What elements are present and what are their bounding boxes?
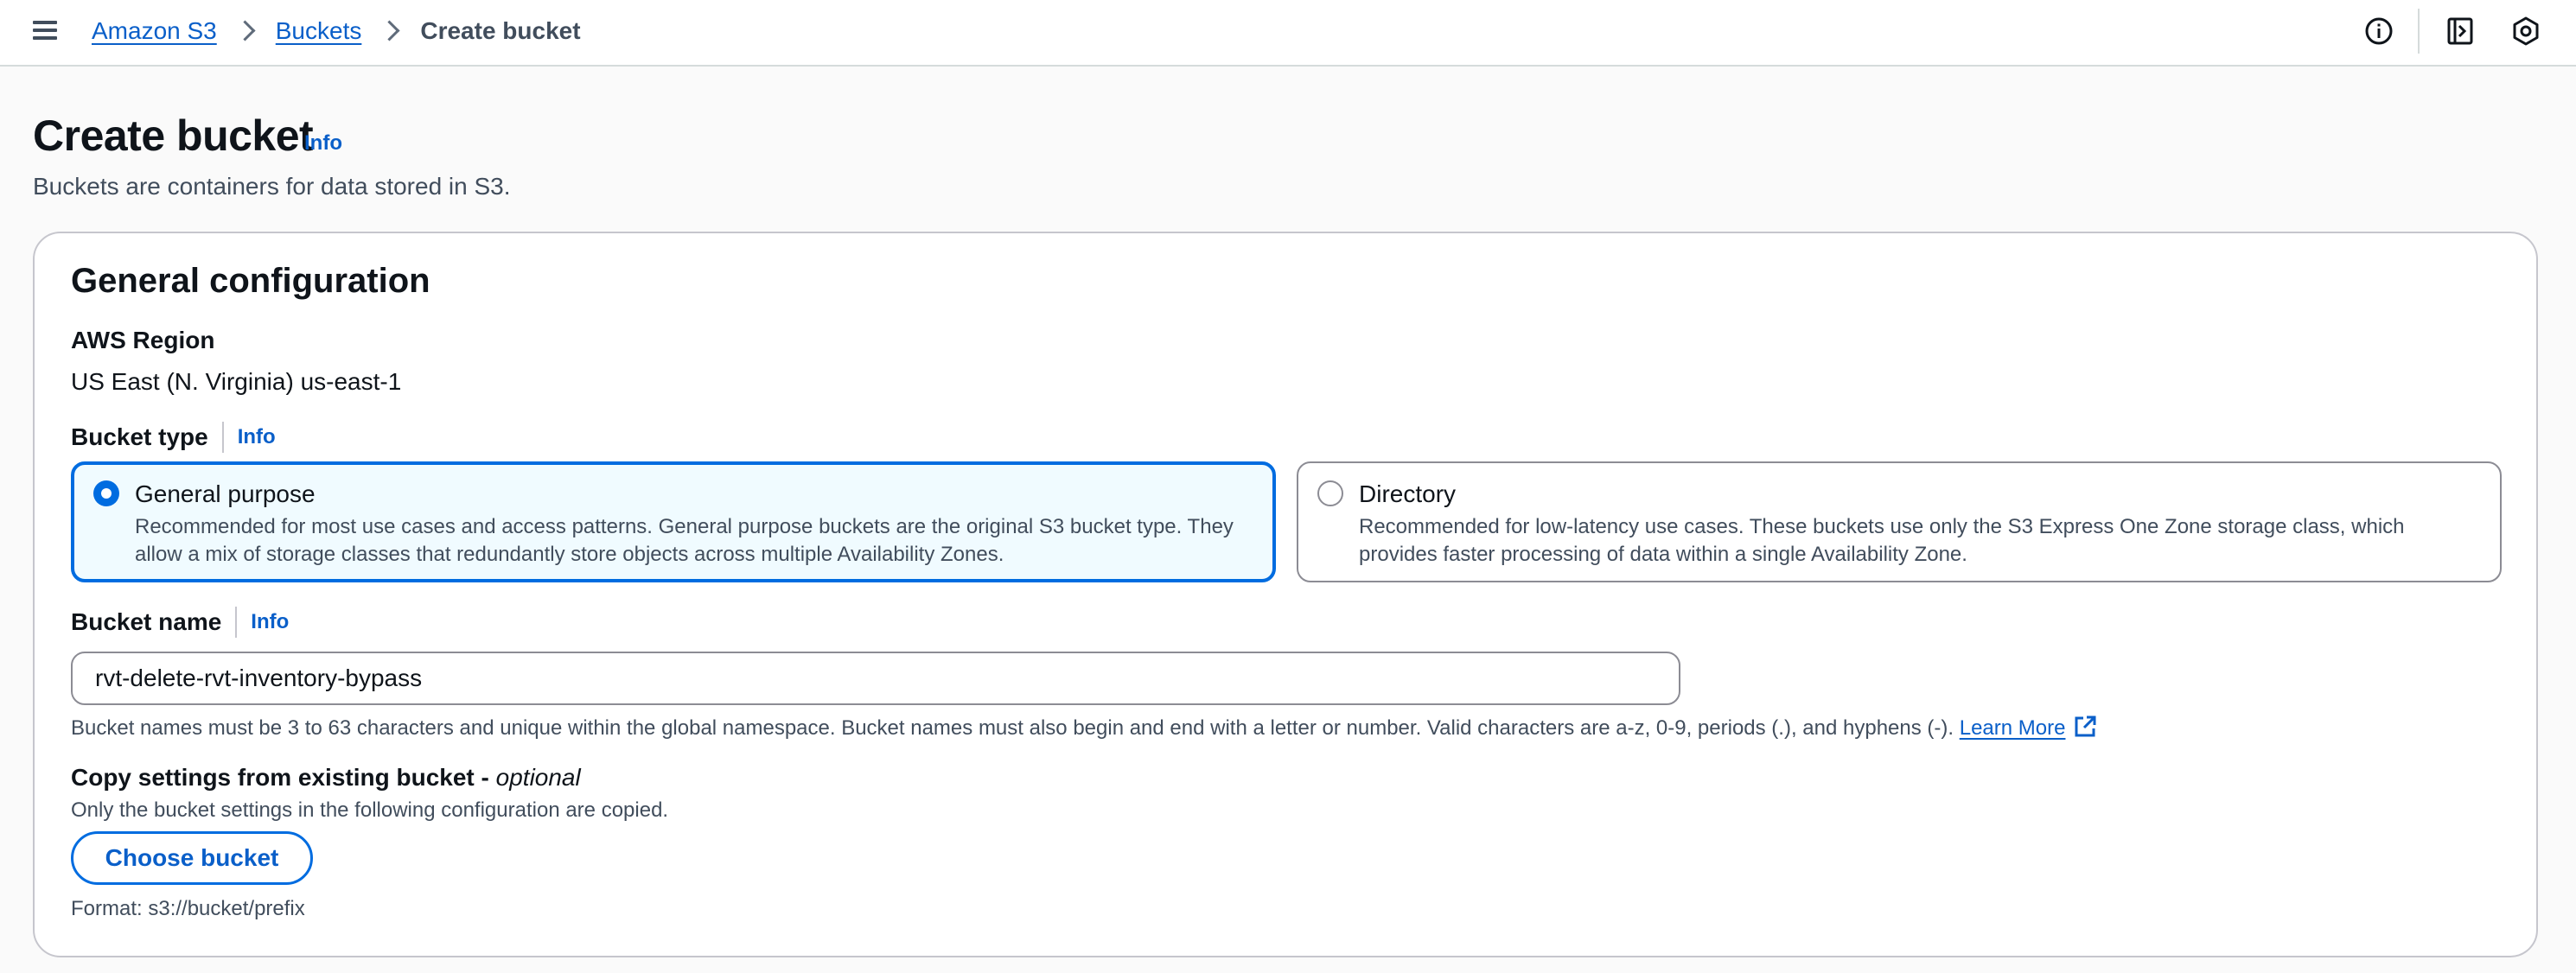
- toolbar-divider: [2418, 9, 2420, 54]
- breadcrumb-current: Create bucket: [420, 17, 581, 44]
- general-purpose-desc-line-2: allow a mix of storage classes that redu…: [135, 543, 1004, 566]
- bucket-name-hint-text: Bucket names must be 3 to 63 characters …: [71, 716, 1954, 740]
- bucket-name-label: Bucket name: [71, 608, 222, 635]
- chevron-right-icon: [372, 14, 410, 48]
- settings-hexagon-icon[interactable]: [2509, 14, 2543, 48]
- choose-bucket-button[interactable]: Choose bucket: [71, 831, 313, 885]
- general-purpose-radio[interactable]: [93, 480, 119, 506]
- bucket-name-info-link[interactable]: Info: [251, 610, 289, 634]
- aws-region-label: AWS Region: [71, 327, 215, 353]
- bucket-name-input[interactable]: [71, 652, 1680, 705]
- copy-settings-description: Only the bucket settings in the followin…: [71, 798, 669, 822]
- bucket-type-info-link[interactable]: Info: [238, 425, 276, 449]
- bucket-name-constraint-hint: Bucket names must be 3 to 63 characters …: [71, 714, 2098, 746]
- directory-radio[interactable]: [1317, 480, 1343, 506]
- general-configuration-panel: General configuration AWS Region US East…: [33, 232, 2538, 957]
- bucket-name-label-row: Bucket name Info: [71, 605, 289, 639]
- general-purpose-description: Recommended for most use cases and acces…: [135, 513, 1234, 569]
- directory-title: Directory: [1359, 480, 1457, 507]
- page-title-info-link[interactable]: Info: [304, 131, 342, 156]
- external-link-icon: [2072, 714, 2098, 746]
- hamburger-menu-icon[interactable]: [29, 17, 61, 43]
- side-panel-icon[interactable]: [2443, 14, 2477, 48]
- directory-desc-line-2: provides faster processing of data withi…: [1359, 543, 1967, 566]
- bucket-type-general-purpose-tile[interactable]: General purpose Recommended for most use…: [71, 461, 1276, 582]
- bucket-type-label: Bucket type: [71, 423, 208, 450]
- bucket-type-directory-tile[interactable]: Directory Recommended for low-latency us…: [1297, 461, 2502, 582]
- label-divider: [235, 607, 238, 638]
- breadcrumb-buckets[interactable]: Buckets: [276, 17, 362, 45]
- breadcrumb-amazon-s3[interactable]: Amazon S3: [92, 17, 217, 45]
- breadcrumb: Amazon S3 Buckets Create bucket: [92, 14, 581, 48]
- copy-settings-label: Copy settings from existing bucket - opt…: [71, 764, 581, 792]
- aws-region-value: US East (N. Virginia) us-east-1: [71, 368, 402, 395]
- page-title: Create bucket: [33, 111, 314, 160]
- format-hint: Format: s3://bucket/prefix: [71, 897, 305, 920]
- section-title: General configuration: [71, 262, 430, 300]
- general-purpose-desc-line-1: Recommended for most use cases and acces…: [135, 515, 1234, 538]
- directory-desc-line-1: Recommended for low-latency use cases. T…: [1359, 515, 2405, 538]
- general-purpose-title: General purpose: [135, 480, 316, 507]
- optional-tag: optional: [495, 764, 581, 791]
- directory-description: Recommended for low-latency use cases. T…: [1359, 513, 2405, 569]
- label-divider: [221, 422, 224, 453]
- chevron-right-icon: [227, 14, 265, 48]
- learn-more-link[interactable]: Learn More: [1959, 715, 2099, 740]
- page-description: Buckets are containers for data stored i…: [33, 173, 511, 200]
- learn-more-label: Learn More: [1959, 716, 2066, 740]
- top-navigation-bar: Amazon S3 Buckets Create bucket: [0, 0, 2576, 67]
- copy-settings-label-text: Copy settings from existing bucket -: [71, 764, 496, 791]
- bucket-type-label-row: Bucket type Info: [71, 420, 276, 455]
- info-circle-icon[interactable]: [2362, 14, 2396, 48]
